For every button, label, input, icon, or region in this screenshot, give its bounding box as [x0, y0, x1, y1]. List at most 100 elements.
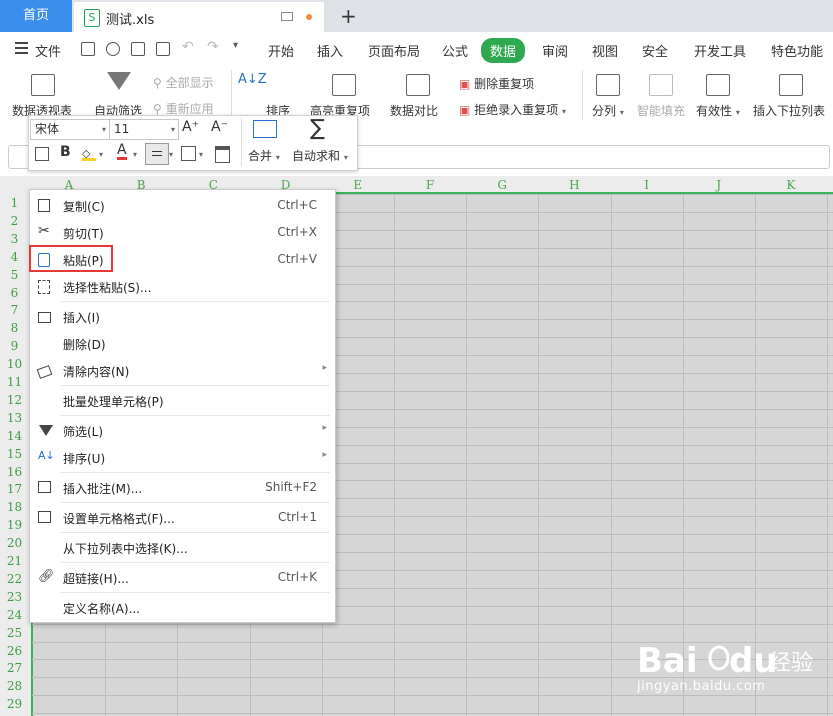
menu-developer[interactable]: 开发工具: [694, 41, 746, 60]
print-icon[interactable]: [131, 42, 145, 56]
menu-data-active[interactable]: 数据: [481, 38, 526, 63]
shrink-font-icon[interactable]: A⁻: [211, 119, 228, 135]
remove-duplicates-button[interactable]: ▣ 删除重复项: [459, 75, 534, 92]
data-compare-icon[interactable]: [406, 74, 430, 96]
menu-item-format-cells[interactable]: 设置单元格格式(F)... Ctrl+1: [30, 505, 335, 531]
menu-security[interactable]: 安全: [642, 41, 668, 60]
font-color-dropdown-icon[interactable]: ▾: [133, 150, 137, 159]
row-header-28[interactable]: 28: [0, 679, 29, 693]
menu-item-copy[interactable]: 复制(C) Ctrl+C: [30, 193, 335, 219]
row-header-10[interactable]: 10: [0, 357, 29, 371]
align-center-icon[interactable]: [145, 143, 169, 165]
print-preview-icon[interactable]: [156, 42, 170, 56]
menu-item-batch[interactable]: 批量处理单元格(P): [30, 388, 335, 414]
menu-item-sort[interactable]: A↓ 排序(U) ▸: [30, 445, 335, 471]
new-tab-plus-icon[interactable]: +: [340, 4, 357, 28]
save-icon[interactable]: [81, 42, 95, 56]
row-header-21[interactable]: 21: [0, 554, 29, 568]
validity-icon[interactable]: [706, 74, 730, 96]
row-header-14[interactable]: 14: [0, 429, 29, 443]
wrap-text-icon[interactable]: [35, 147, 49, 161]
menu-review[interactable]: 审阅: [542, 41, 568, 60]
hamburger-icon[interactable]: [15, 42, 28, 54]
show-all-button[interactable]: ⚲ 全部显示: [153, 74, 214, 91]
split-columns-icon[interactable]: [596, 74, 620, 96]
column-header-J[interactable]: J: [684, 178, 754, 192]
row-header-24[interactable]: 24: [0, 608, 29, 622]
row-header-9[interactable]: 9: [0, 339, 29, 353]
font-family-select[interactable]: 宋体 ▾: [30, 119, 110, 140]
row-header-7[interactable]: 7: [0, 303, 29, 317]
row-header-3[interactable]: 3: [0, 232, 29, 246]
redo-icon[interactable]: ↷: [207, 39, 219, 55]
format-painter-icon[interactable]: [215, 146, 230, 163]
row-header-1[interactable]: 1: [0, 196, 29, 210]
row-header-22[interactable]: 22: [0, 572, 29, 586]
menu-start[interactable]: 开始: [268, 41, 294, 60]
sigma-icon[interactable]: ∑: [310, 116, 325, 141]
align-dropdown-icon[interactable]: ▾: [169, 150, 173, 159]
row-header-11[interactable]: 11: [0, 375, 29, 389]
smart-fill-label[interactable]: 智能填充: [637, 102, 685, 119]
menu-item-paste-special[interactable]: 选择性粘贴(S)...: [30, 274, 335, 300]
row-header-27[interactable]: 27: [0, 661, 29, 675]
format-painter-icon[interactable]: [106, 42, 120, 56]
menu-item-comment[interactable]: 插入批注(M)... Shift+F2: [30, 475, 335, 501]
row-header-25[interactable]: 25: [0, 626, 29, 640]
smart-fill-icon[interactable]: [649, 74, 673, 96]
autosum-button[interactable]: 自动求和 ▾: [292, 147, 348, 164]
row-header-13[interactable]: 13: [0, 411, 29, 425]
menu-view[interactable]: 视图: [592, 41, 618, 60]
file-tab[interactable]: S 测试.xls: [74, 2, 324, 32]
pivot-table-icon[interactable]: [31, 74, 55, 96]
row-header-5[interactable]: 5: [0, 268, 29, 282]
menu-page-layout[interactable]: 页面布局: [368, 41, 420, 60]
borders-icon[interactable]: [181, 146, 196, 161]
menu-item-insert[interactable]: 插入(I): [30, 304, 335, 330]
split-columns-label[interactable]: 分列 ▾: [592, 102, 624, 119]
column-header-F[interactable]: F: [395, 178, 465, 192]
validity-label[interactable]: 有效性 ▾: [696, 102, 740, 119]
row-header-8[interactable]: 8: [0, 321, 29, 335]
merge-cells-icon[interactable]: [253, 120, 277, 138]
merge-cells-button[interactable]: 合并 ▾: [248, 147, 280, 164]
sort-az-icon[interactable]: A↓Z: [238, 72, 267, 87]
highlight-duplicates-icon[interactable]: [332, 74, 356, 96]
row-header-6[interactable]: 6: [0, 286, 29, 300]
row-header-4[interactable]: 4: [0, 250, 29, 264]
reject-duplicates-button[interactable]: ▣ 拒绝录入重复项 ▾: [459, 101, 566, 118]
row-header-23[interactable]: 23: [0, 590, 29, 604]
monitor-icon[interactable]: [281, 12, 293, 21]
font-size-select[interactable]: 11 ▾: [109, 119, 179, 140]
menu-item-filter[interactable]: 筛选(L) ▸: [30, 418, 335, 444]
row-header-29[interactable]: 29: [0, 697, 29, 711]
insert-dropdown-label[interactable]: 插入下拉列表: [753, 102, 825, 119]
menu-features[interactable]: 特色功能: [771, 41, 823, 60]
row-header-16[interactable]: 16: [0, 465, 29, 479]
insert-dropdown-icon[interactable]: [779, 74, 803, 96]
column-header-K[interactable]: K: [756, 178, 826, 192]
menu-formula[interactable]: 公式: [442, 41, 468, 60]
menu-item-pick-list[interactable]: 从下拉列表中选择(K)...: [30, 535, 335, 561]
menu-item-clear[interactable]: 清除内容(N) ▸: [30, 358, 335, 384]
row-header-12[interactable]: 12: [0, 393, 29, 407]
fill-color-icon[interactable]: ◇: [82, 146, 96, 161]
font-color-icon[interactable]: A: [117, 143, 127, 160]
menu-insert[interactable]: 插入: [317, 41, 343, 60]
row-header-17[interactable]: 17: [0, 482, 29, 496]
filter-funnel-icon[interactable]: [107, 72, 131, 90]
fill-color-dropdown-icon[interactable]: ▾: [99, 150, 103, 159]
bold-icon[interactable]: B: [60, 144, 71, 160]
menu-item-delete[interactable]: 删除(D): [30, 331, 335, 357]
row-header-20[interactable]: 20: [0, 536, 29, 550]
customize-chevron-icon[interactable]: ▾: [233, 40, 238, 51]
menu-item-cut[interactable]: ✂ 剪切(T) Ctrl+X: [30, 220, 335, 246]
menu-item-hyperlink[interactable]: 🔗︎ 超链接(H)... Ctrl+K: [30, 565, 335, 591]
data-compare-label[interactable]: 数据对比: [390, 102, 438, 119]
file-menu[interactable]: 文件: [35, 41, 61, 60]
row-header-15[interactable]: 15: [0, 447, 29, 461]
menu-item-define-name[interactable]: 定义名称(A)...: [30, 595, 335, 621]
row-header-2[interactable]: 2: [0, 214, 29, 228]
row-header-19[interactable]: 19: [0, 518, 29, 532]
undo-icon[interactable]: ↶: [182, 39, 194, 55]
